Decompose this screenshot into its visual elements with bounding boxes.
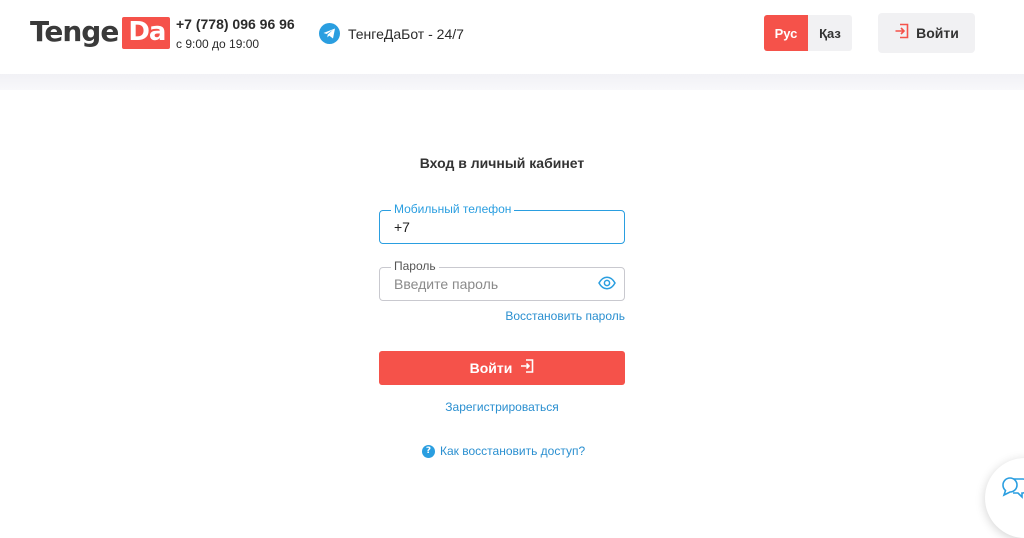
tengeda-logo[interactable]: Tenge Da <box>30 13 171 49</box>
contact-phone: +7 (778) 096 96 96 с 9:00 до 19:00 <box>176 16 295 52</box>
working-hours: с 9:00 до 19:00 <box>176 37 260 51</box>
password-field: Пароль <box>379 259 625 301</box>
restore-access-label: Как восстановить доступ? <box>440 444 586 458</box>
telegram-bot-label: ТенгеДаБот - 24/7 <box>348 25 464 42</box>
telegram-icon <box>319 23 340 44</box>
page-title: Вход в личный кабинет <box>419 155 585 171</box>
question-icon: ? <box>422 444 435 458</box>
login-submit-label: Войти <box>469 360 513 376</box>
chat-widget-button[interactable] <box>985 458 1024 538</box>
language-switcher: Рус Қаз <box>764 15 852 51</box>
restore-password-link[interactable]: Восстановить пароль <box>0 309 625 323</box>
lang-ru-button[interactable]: Рус <box>764 15 808 51</box>
telegram-bot-link[interactable]: ТенгеДаБот - 24/7 <box>319 23 464 44</box>
login-submit-button[interactable]: Войти <box>379 351 625 385</box>
logo-tenge-text: Tenge <box>30 15 119 48</box>
restore-access-help-link[interactable]: ? Как восстановить доступ? <box>422 444 585 458</box>
phone-field: Мобильный телефон <box>379 202 625 244</box>
login-icon <box>894 23 910 44</box>
eye-icon[interactable] <box>598 276 616 295</box>
header-login-button[interactable]: Войти <box>878 13 975 53</box>
header-login-label: Войти <box>916 25 959 41</box>
phone-input[interactable] <box>394 211 594 243</box>
password-input[interactable] <box>394 268 594 300</box>
header-divider <box>0 74 1024 90</box>
chat-icon <box>1002 477 1024 499</box>
lang-kz-button[interactable]: Қаз <box>808 15 852 51</box>
phone-number[interactable]: +7 (778) 096 96 96 <box>176 16 295 33</box>
register-link[interactable]: Зарегистрироваться <box>379 400 625 414</box>
logo-da-badge: Da <box>122 17 171 49</box>
login-icon <box>520 358 534 378</box>
site-header: Tenge Da +7 (778) 096 96 96 с 9:00 до 19… <box>0 0 1024 74</box>
